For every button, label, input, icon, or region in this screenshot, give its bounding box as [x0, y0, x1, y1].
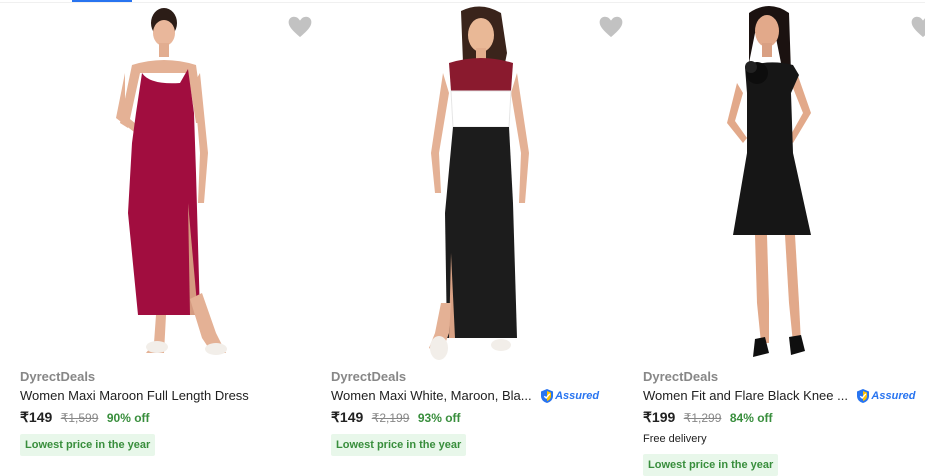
product-title-row[interactable]: Women Maxi Maroon Full Length Dress: [20, 387, 310, 405]
product-grid: DyrectDeals Women Maxi Maroon Full Lengt…: [0, 3, 925, 476]
product-title[interactable]: Women Maxi Maroon Full Length Dress: [20, 388, 249, 403]
selling-price: ₹149: [331, 409, 364, 425]
selling-price: ₹199: [643, 409, 676, 425]
product-title-row[interactable]: Women Fit and Flare Black Knee ... Assur…: [643, 387, 925, 405]
shield-icon: [857, 388, 870, 403]
lowest-price-badge: Lowest price in the year: [643, 454, 779, 476]
product-brand: DyrectDeals: [643, 369, 719, 384]
product-brand: DyrectDeals: [20, 369, 96, 384]
selling-price: ₹149: [20, 409, 53, 425]
assured-badge: Assured: [540, 388, 599, 404]
delivery-info: Free delivery: [643, 433, 707, 445]
lowest-price-badge: Lowest price in the year: [20, 434, 156, 456]
discount-percent: 93% off: [417, 411, 461, 425]
price-row: ₹149 ₹2,199 93% off: [331, 409, 461, 427]
price-row: ₹149 ₹1,599 90% off: [20, 409, 150, 427]
discount-percent: 84% off: [729, 411, 773, 425]
product-image[interactable]: [643, 3, 925, 363]
assured-label: Assured: [871, 389, 916, 402]
product-image[interactable]: [331, 3, 616, 363]
active-tab-indicator: [72, 0, 132, 2]
product-title[interactable]: Women Fit and Flare Black Knee ...: [643, 388, 848, 403]
product-image[interactable]: [20, 3, 305, 363]
model-maroon-maxi-dress-image: [116, 8, 227, 355]
wishlist-heart-icon[interactable]: [287, 15, 313, 39]
product-card[interactable]: DyrectDeals Women Maxi White, Maroon, Bl…: [321, 3, 626, 469]
product-brand: DyrectDeals: [331, 369, 407, 384]
product-card[interactable]: DyrectDeals Women Fit and Flare Black Kn…: [633, 3, 925, 476]
wishlist-heart-icon[interactable]: [910, 15, 925, 39]
discount-percent: 90% off: [106, 411, 150, 425]
price-row: ₹199 ₹1,299 84% off: [643, 409, 773, 427]
product-card[interactable]: DyrectDeals Women Maxi Maroon Full Lengt…: [10, 3, 315, 469]
lowest-price-badge: Lowest price in the year: [331, 434, 467, 456]
assured-badge: Assured: [856, 388, 915, 404]
model-black-knee-dress-image: [727, 6, 811, 357]
product-title[interactable]: Women Maxi White, Maroon, Bla...: [331, 388, 532, 403]
original-price: ₹2,199: [371, 411, 410, 425]
model-colorblock-maxi-dress-image: [429, 6, 529, 360]
original-price: ₹1,599: [60, 411, 99, 425]
shield-icon: [541, 388, 554, 403]
original-price: ₹1,299: [683, 411, 722, 425]
wishlist-heart-icon[interactable]: [598, 15, 624, 39]
assured-label: Assured: [555, 389, 600, 402]
product-title-row[interactable]: Women Maxi White, Maroon, Bla... Assured: [331, 387, 621, 405]
